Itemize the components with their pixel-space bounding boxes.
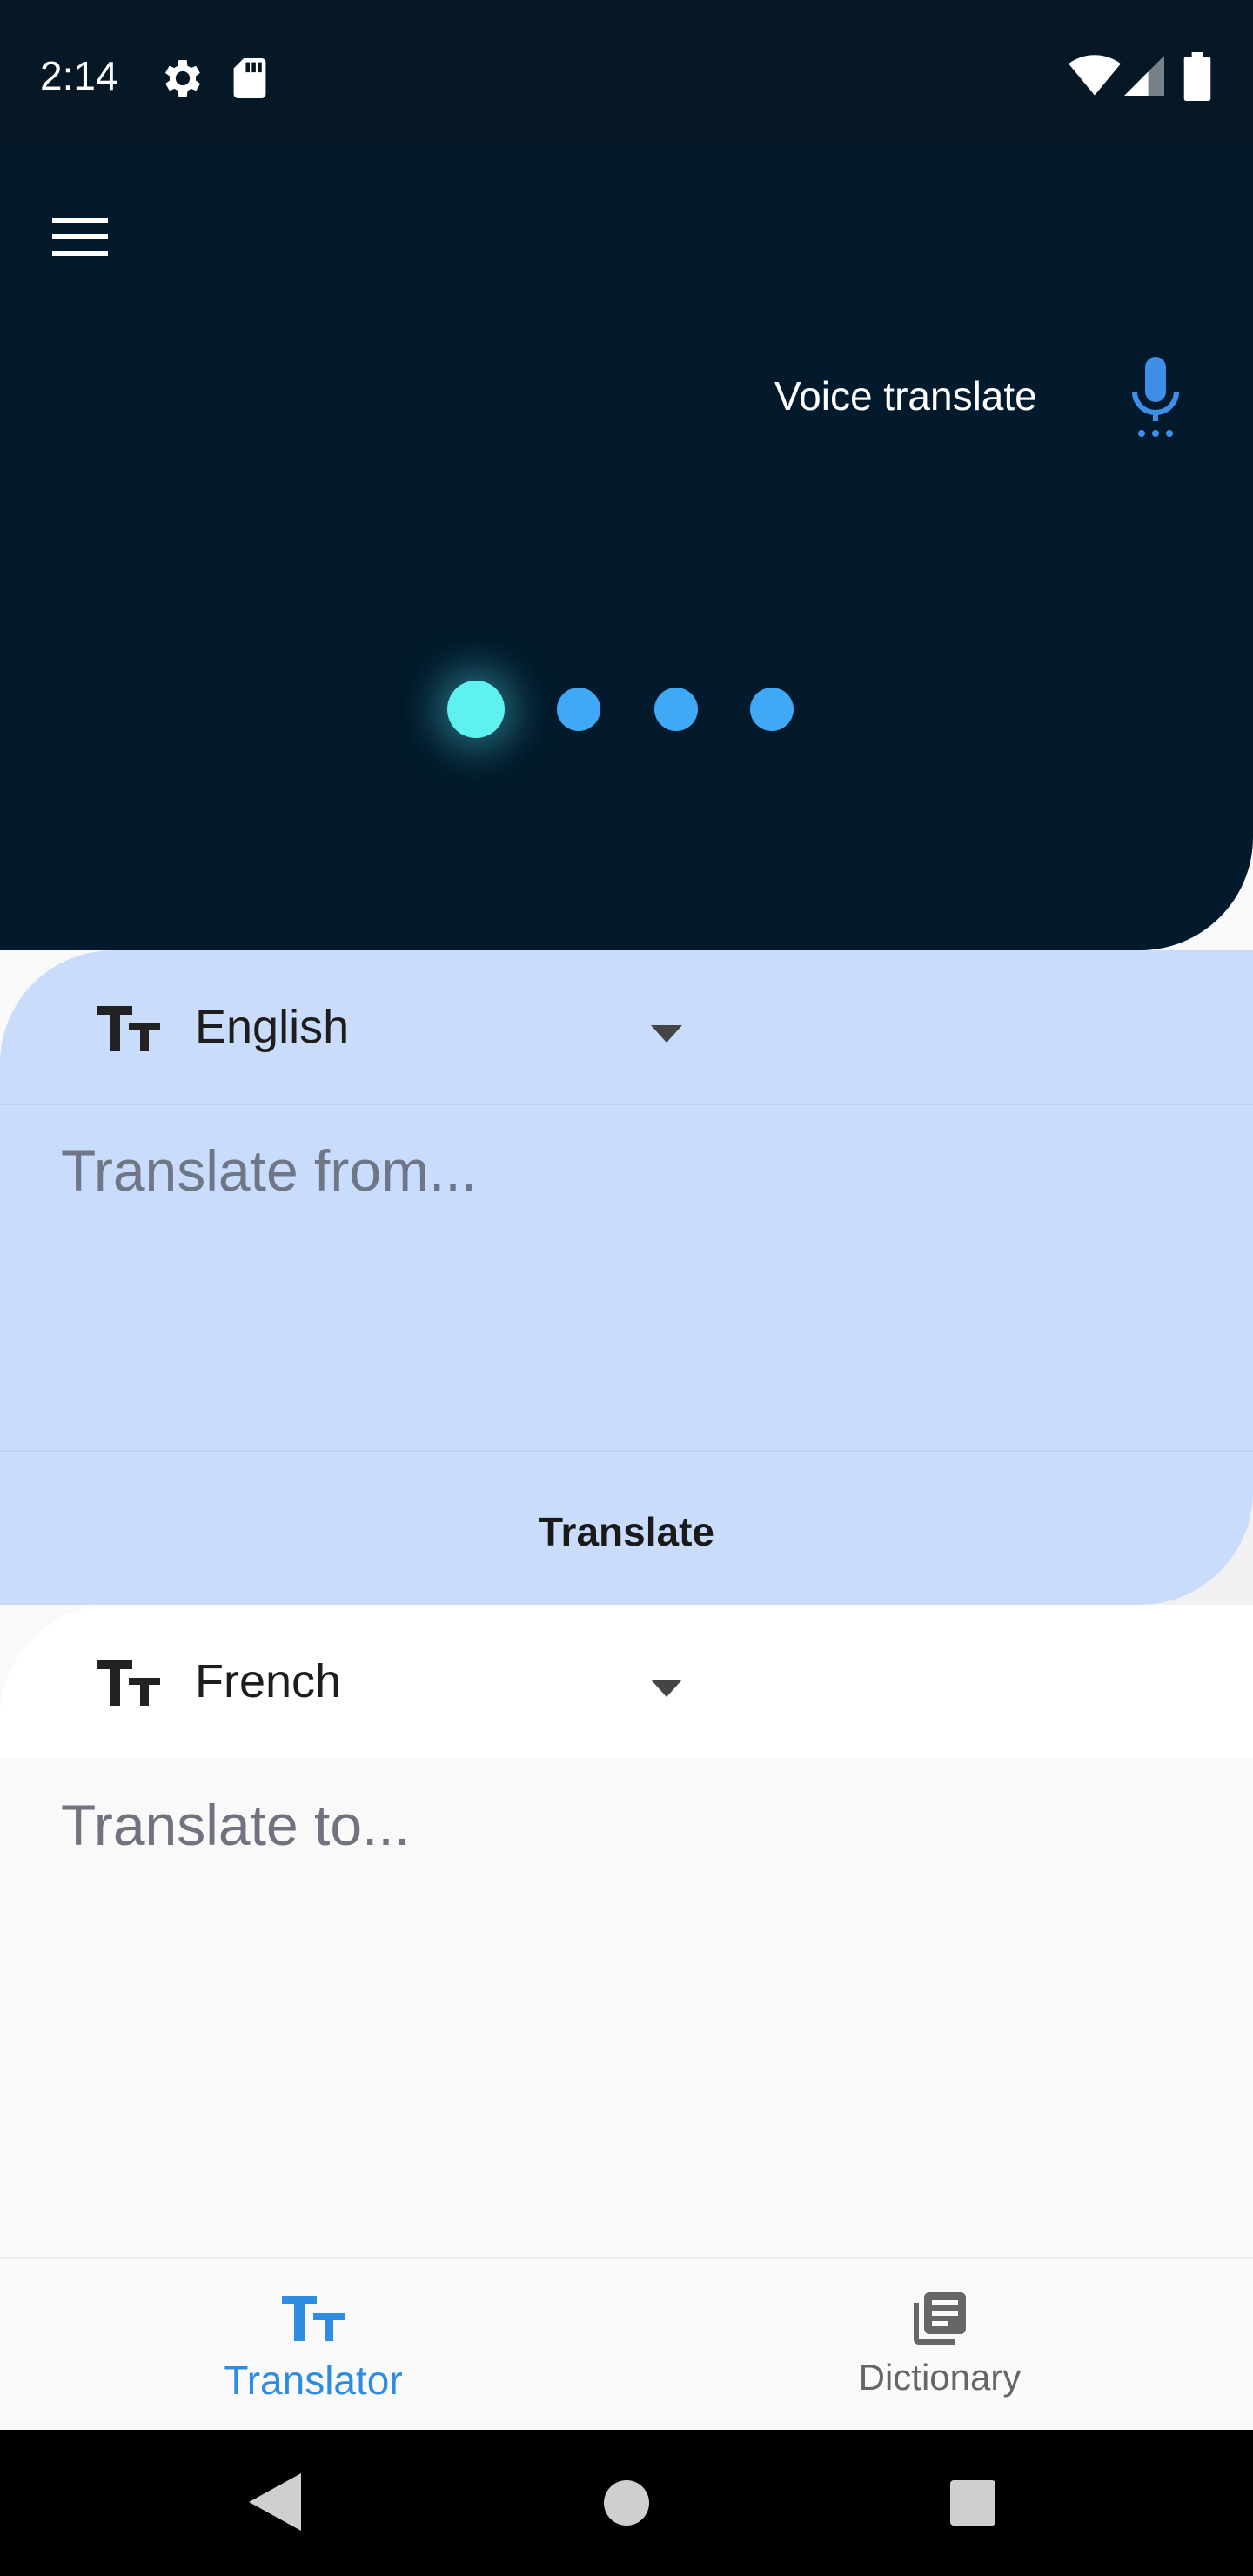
target-language-name: French [195, 1655, 342, 1707]
back-icon[interactable] [249, 2473, 301, 2531]
text-size-icon [97, 1660, 160, 1706]
microphone-icon[interactable] [1128, 353, 1183, 440]
target-language-selector[interactable]: French [0, 1605, 1253, 1758]
divider [0, 1104, 1253, 1105]
tab-dictionary[interactable]: Dictionary [801, 2280, 1079, 2419]
page-indicator-dot [654, 688, 698, 731]
cell-signal-icon [1124, 56, 1164, 96]
voice-header [0, 150, 1253, 950]
tab-translator-label: Translator [224, 2358, 403, 2403]
home-icon[interactable] [604, 2480, 649, 2526]
library-books-icon [914, 2292, 966, 2345]
gear-icon [164, 60, 201, 97]
tab-dictionary-label: Dictionary [858, 2357, 1022, 2398]
voice-translate-label[interactable]: Voice translate [774, 366, 1037, 426]
translate-from-input[interactable]: Translate from... [61, 1131, 477, 1210]
hamburger-menu-icon[interactable] [52, 216, 115, 259]
caret-down-icon [651, 1025, 682, 1043]
divider [0, 1450, 1253, 1452]
battery-icon [1183, 52, 1211, 101]
page-indicator-dot [557, 688, 600, 731]
wifi-icon [1069, 55, 1121, 96]
recents-icon[interactable] [950, 2480, 995, 2526]
status-time: 2:14 [40, 53, 118, 98]
tab-translator[interactable]: Translator [174, 2280, 452, 2419]
translate-button[interactable]: Translate [487, 1497, 766, 1566]
source-language-name: English [195, 1001, 350, 1053]
sd-card-icon [233, 58, 266, 98]
caret-down-icon [651, 1680, 682, 1697]
page-indicator-dot-active [447, 681, 505, 738]
page-indicator-dot [750, 688, 794, 731]
text-size-icon [282, 2296, 345, 2341]
translate-to-output[interactable]: Translate to... [61, 1786, 410, 1864]
text-size-icon [97, 1006, 160, 1051]
source-language-selector[interactable]: English [0, 950, 1253, 1104]
